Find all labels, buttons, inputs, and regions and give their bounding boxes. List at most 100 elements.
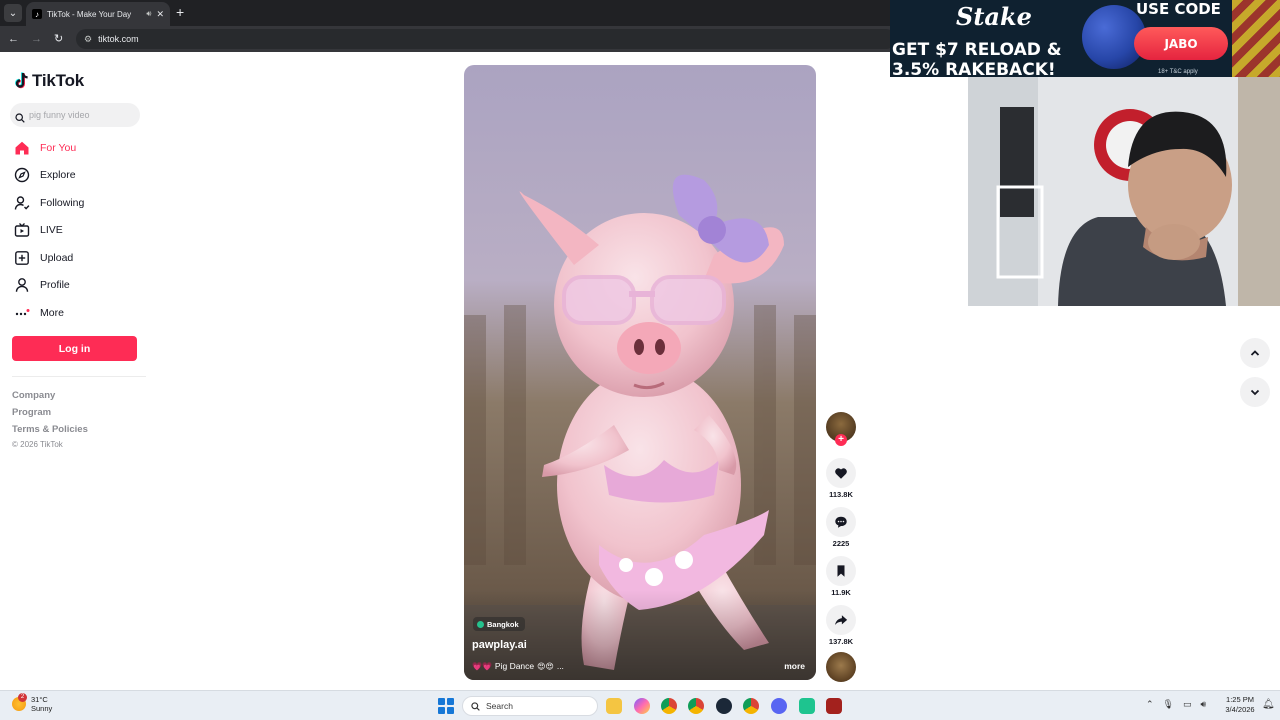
search-box[interactable]	[10, 103, 140, 127]
location-pin-icon	[477, 620, 484, 628]
ad-use-code-label: USE CODE	[1136, 0, 1221, 18]
sidebar-item-label: More	[40, 306, 64, 319]
sidebar-item-label: Upload	[40, 251, 74, 264]
sidebar-item-live[interactable]: LIVE	[12, 217, 142, 245]
bookmark-icon	[837, 565, 845, 577]
next-video-button[interactable]	[1240, 377, 1270, 407]
sun-icon: 2	[12, 693, 27, 711]
location-text: Bangkok	[487, 619, 519, 629]
address-bar[interactable]: ⚙︎ tiktok.com	[76, 29, 896, 49]
back-arrow-icon[interactable]: ←	[8, 32, 19, 46]
sponsor-banner: Stake GET $7 RELOAD & 3.5% RAKEBACK! USE…	[890, 0, 1280, 77]
caption-more-button[interactable]: more	[784, 661, 805, 671]
taskbar-search-icon	[471, 701, 480, 711]
ad-terms: 18+ T&C apply	[1158, 69, 1198, 75]
search-input[interactable]	[29, 110, 129, 120]
site-info-icon[interactable]: ⚙︎	[84, 34, 92, 45]
sidebar-item-more[interactable]: More	[12, 299, 142, 327]
pink-hearts-icon: 💗💗	[472, 661, 492, 671]
live-icon	[14, 222, 30, 238]
home-icon	[14, 140, 30, 156]
streamer-webcam	[968, 77, 1280, 306]
new-tab-icon[interactable]: +	[176, 4, 184, 20]
volume-icon[interactable]: 🔊︎	[1201, 699, 1207, 710]
sidebar-item-explore[interactable]: Explore	[12, 162, 142, 190]
speaker-icon[interactable]: 🔊︎	[146, 9, 151, 19]
webcam-frame	[968, 77, 1280, 306]
sidebar-footer: Company Program Terms & Policies © 2026 …	[12, 387, 88, 452]
sidebar-divider	[12, 376, 146, 377]
save-button[interactable]	[826, 556, 856, 586]
footer-link-company[interactable]: Company	[12, 387, 88, 404]
profile-icon	[14, 277, 30, 293]
location-tag[interactable]: Bangkok	[473, 617, 525, 631]
following-icon	[14, 195, 30, 211]
temperature: 31°C	[31, 695, 48, 704]
windows-start-icon[interactable]	[438, 698, 454, 714]
green-app-icon[interactable]	[799, 698, 815, 714]
windows-taskbar: 2 31°C Sunny Search ⌃ 🎙︎ ▭ 🔊︎ 1:25 PM 3/…	[0, 690, 1280, 720]
taskbar-clock[interactable]: 1:25 PM 3/4/2026	[1218, 695, 1262, 715]
footer-link-program[interactable]: Program	[12, 404, 88, 421]
tiktok-favicon-icon: ♪	[32, 9, 42, 19]
heart-eyes-icon: 😍😍	[537, 661, 554, 671]
upload-icon	[14, 250, 30, 266]
ad-brand-logo: Stake	[956, 2, 1032, 31]
forward-arrow-icon[interactable]: →	[31, 32, 42, 46]
share-arrow-icon	[835, 615, 848, 626]
video-caption: 💗💗 Pig Dance 😍😍 ...	[472, 661, 564, 671]
music-disc-avatar[interactable]	[826, 652, 856, 682]
weather-condition: Sunny	[31, 704, 53, 713]
taskbar-search[interactable]: Search	[462, 696, 598, 716]
clock-time: 1:25 PM	[1226, 695, 1254, 704]
dota-icon[interactable]	[826, 698, 842, 714]
heart-icon	[835, 468, 847, 479]
like-button[interactable]	[826, 458, 856, 488]
sidebar-item-label: LIVE	[40, 224, 63, 237]
display-icon[interactable]: ▭	[1183, 699, 1192, 710]
sidebar-item-following[interactable]: Following	[12, 189, 142, 217]
clock-date: 3/4/2026	[1225, 705, 1255, 714]
taskbar-search-label: Search	[486, 701, 513, 711]
more-icon	[14, 305, 30, 321]
tab-search-menu-icon[interactable]: ⌄	[4, 4, 22, 22]
close-tab-icon[interactable]: ✕	[156, 9, 164, 20]
follow-plus-icon[interactable]: +	[835, 434, 847, 446]
login-button[interactable]: Log in	[12, 336, 137, 361]
video-author[interactable]: pawplay.ai	[472, 639, 527, 651]
sidebar-item-label: Following	[40, 196, 85, 209]
weather-badge: 2	[18, 693, 27, 702]
browser-tab-tiktok[interactable]: ♪ TikTok - Make Your Day 🔊︎ ✕	[26, 2, 170, 26]
video-caption-ellipsis: ...	[556, 661, 564, 671]
previous-video-button[interactable]	[1240, 338, 1270, 368]
chrome-profile-icon[interactable]	[688, 698, 704, 714]
weather-widget[interactable]: 2 31°C Sunny	[12, 693, 53, 713]
footer-link-terms[interactable]: Terms & Policies	[12, 421, 88, 438]
video-caption-text: Pig Dance	[494, 661, 535, 671]
search-icon[interactable]	[15, 110, 25, 123]
copilot-icon[interactable]	[634, 698, 650, 714]
ad-headline-line1: GET $7 RELOAD &	[892, 40, 1062, 60]
sidebar-item-for-you[interactable]: For You	[12, 134, 142, 162]
tiktok-logo[interactable]: TikTok	[14, 71, 84, 91]
show-hidden-icons-chevron-icon[interactable]: ⌃	[1146, 699, 1154, 710]
steam-icon[interactable]	[716, 698, 732, 714]
reload-icon[interactable]: ↻	[54, 32, 63, 46]
sidebar-item-upload[interactable]: Upload	[12, 244, 142, 272]
chrome-icon[interactable]	[661, 698, 677, 714]
discord-icon[interactable]	[771, 698, 787, 714]
file-explorer-icon[interactable]	[606, 698, 622, 714]
save-count: 11.9K	[831, 588, 851, 597]
sidebar-item-profile[interactable]: Profile	[12, 272, 142, 300]
comment-count: 2225	[832, 539, 850, 548]
share-count: 137.8K	[828, 637, 854, 646]
compass-icon	[14, 167, 30, 183]
video-player[interactable]: Bangkok pawplay.ai 💗💗 Pig Dance 😍😍 ... m…	[464, 65, 816, 680]
microphone-icon[interactable]: 🎙︎	[1163, 699, 1174, 710]
share-button[interactable]	[826, 605, 856, 635]
chrome-second-profile-icon[interactable]	[743, 698, 759, 714]
ad-headline: GET $7 RELOAD & 3.5% RAKEBACK!	[892, 40, 1072, 77]
notification-bell-icon[interactable]: 🔔︎	[1262, 699, 1275, 710]
video-frame-pig-dancing	[464, 65, 816, 680]
comment-button[interactable]	[826, 507, 856, 537]
